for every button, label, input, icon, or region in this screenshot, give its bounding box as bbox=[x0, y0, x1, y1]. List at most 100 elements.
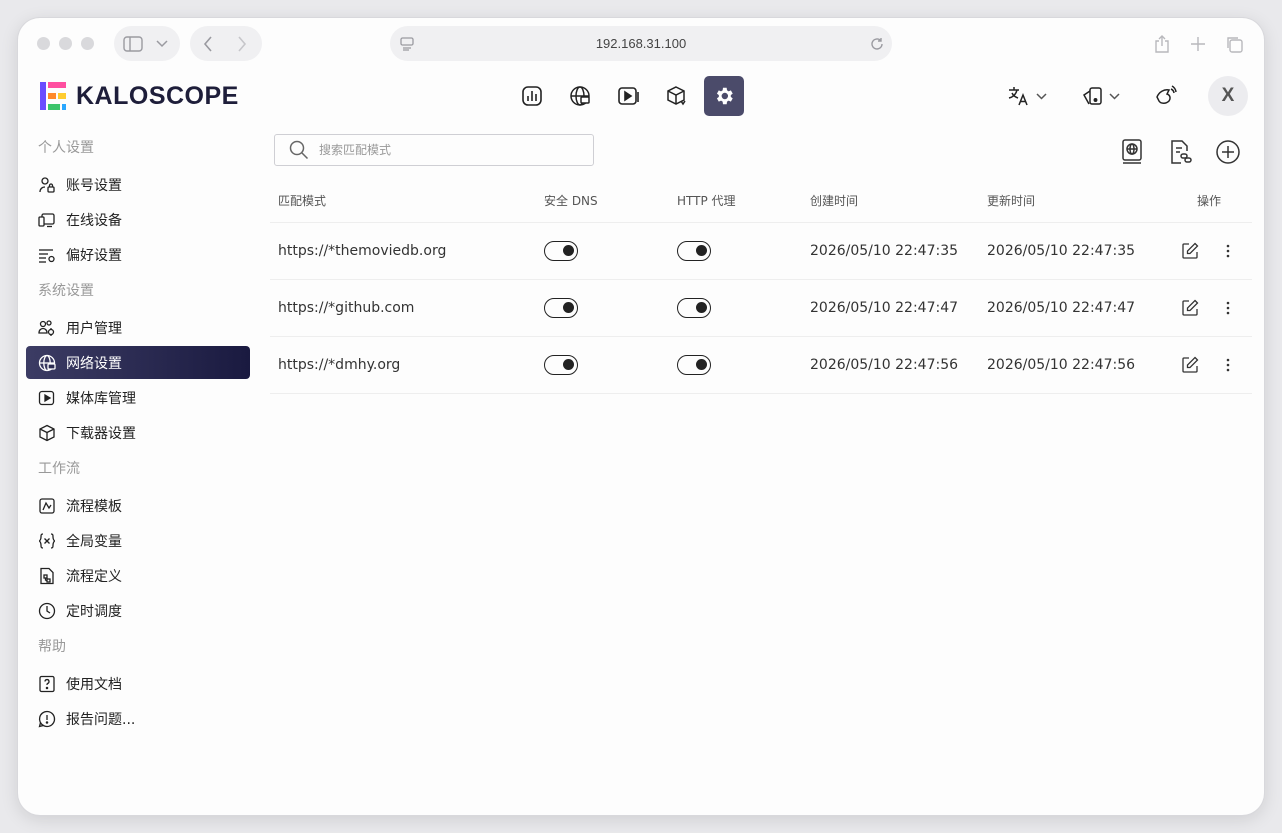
table-row: https://*github.com 2026/05/10 22:47:47 … bbox=[270, 279, 1252, 337]
chevron-down-icon[interactable] bbox=[154, 36, 170, 52]
template-icon bbox=[39, 497, 55, 514]
updated-cell: 2026/05/10 22:47:47 bbox=[979, 279, 1166, 337]
new-tab-icon[interactable] bbox=[1188, 34, 1208, 54]
sidebar-item-flow-definitions[interactable]: 流程定义 bbox=[26, 559, 250, 592]
edit-button[interactable] bbox=[1176, 351, 1204, 379]
play-icon bbox=[38, 390, 55, 405]
column-header-dns[interactable]: 安全 DNS bbox=[536, 180, 669, 223]
sidebar-item-report-issue[interactable]: 报告问题... bbox=[26, 702, 250, 735]
box-icon bbox=[667, 86, 686, 106]
header-actions: X bbox=[982, 76, 1248, 116]
chevron-down-icon bbox=[1109, 92, 1120, 100]
share-icon[interactable] bbox=[1152, 34, 1172, 54]
sidebar-item-flow-templates[interactable]: 流程模板 bbox=[26, 489, 250, 522]
updated-cell: 2026/05/10 22:47:56 bbox=[979, 336, 1166, 394]
pattern-cell: https://*dmhy.org bbox=[270, 336, 536, 394]
search-input[interactable] bbox=[319, 143, 579, 157]
sidebar-item-users[interactable]: 用户管理 bbox=[26, 311, 250, 344]
proxy-toggle[interactable] bbox=[677, 240, 711, 261]
tab-overview-icon[interactable] bbox=[1224, 34, 1244, 54]
proxy-toggle[interactable] bbox=[677, 297, 711, 318]
add-rule-button[interactable] bbox=[1212, 136, 1244, 168]
sidebar-item-media-library[interactable]: 媒体库管理 bbox=[26, 381, 250, 414]
nav-network-button[interactable] bbox=[560, 76, 600, 116]
sidebar-item-preferences[interactable]: 偏好设置 bbox=[26, 238, 250, 271]
clock-icon bbox=[38, 602, 56, 619]
user-lock-icon bbox=[39, 176, 55, 193]
column-header-updated[interactable]: 更新时间 bbox=[979, 180, 1166, 223]
sidebar-item-downloader[interactable]: 下载器设置 bbox=[26, 416, 250, 449]
sidebar-item-devices[interactable]: 在线设备 bbox=[26, 203, 250, 236]
sidebar-item-global-vars[interactable]: 全局变量 bbox=[26, 524, 250, 557]
column-header-proxy[interactable]: HTTP 代理 bbox=[669, 180, 802, 223]
sidebar-toggle-icon[interactable] bbox=[122, 34, 144, 54]
link-rules-button[interactable] bbox=[1164, 136, 1196, 168]
alert-icon bbox=[38, 710, 56, 727]
forward-icon[interactable] bbox=[232, 34, 252, 54]
proxy-toggle[interactable] bbox=[677, 354, 711, 375]
help-doc-icon bbox=[39, 675, 55, 692]
sidebar-item-scheduler[interactable]: 定时调度 bbox=[26, 594, 250, 627]
created-cell: 2026/05/10 22:47:47 bbox=[802, 279, 979, 337]
search-box[interactable] bbox=[274, 134, 594, 166]
dns-toggle[interactable] bbox=[544, 354, 578, 375]
import-rules-button[interactable] bbox=[1116, 136, 1148, 168]
more-button[interactable] bbox=[1214, 294, 1242, 322]
logo-text: KALOSCOPE bbox=[76, 81, 239, 110]
top-navigation bbox=[512, 76, 744, 116]
address-bar[interactable]: 192.168.31.100 bbox=[390, 26, 892, 61]
sidebar-item-label: 在线设备 bbox=[66, 212, 122, 229]
sidebar-section-title: 帮助 bbox=[38, 639, 66, 655]
edit-button[interactable] bbox=[1176, 237, 1204, 265]
broadcast-icon bbox=[1156, 85, 1177, 104]
back-icon[interactable] bbox=[198, 34, 218, 54]
nav-downloader-button[interactable] bbox=[656, 76, 696, 116]
created-cell: 2026/05/10 22:47:56 bbox=[802, 336, 979, 394]
updated-cell: 2026/05/10 22:47:35 bbox=[979, 222, 1166, 280]
close-window-button[interactable] bbox=[37, 37, 50, 50]
table-toolbar bbox=[1116, 136, 1244, 168]
translate-icon bbox=[1008, 87, 1028, 106]
edit-button[interactable] bbox=[1176, 294, 1204, 322]
notifications-button[interactable] bbox=[1146, 76, 1186, 116]
sidebar-item-docs[interactable]: 使用文档 bbox=[26, 667, 250, 700]
sidebar: 个人设置 账号设置 在线设备 偏好设置 系统设置 用户管理 网络设置 媒体库管理 bbox=[26, 130, 250, 737]
language-dropdown[interactable] bbox=[1000, 76, 1055, 116]
nav-dashboard-button[interactable] bbox=[512, 76, 552, 116]
nav-media-button[interactable] bbox=[608, 76, 648, 116]
minimize-window-button[interactable] bbox=[59, 37, 72, 50]
sidebar-item-label: 全局变量 bbox=[66, 533, 122, 550]
column-header-created[interactable]: 创建时间 bbox=[802, 180, 979, 223]
more-button[interactable] bbox=[1214, 351, 1242, 379]
sidebar-item-label: 媒体库管理 bbox=[66, 390, 136, 407]
sidebar-item-label: 流程定义 bbox=[66, 568, 122, 585]
sidebar-item-network[interactable]: 网络设置 bbox=[26, 346, 250, 379]
sidebar-item-account[interactable]: 账号设置 bbox=[26, 168, 250, 201]
table-row: https://*themoviedb.org 2026/05/10 22:47… bbox=[270, 222, 1252, 280]
sidebar-section-title: 个人设置 bbox=[38, 140, 94, 156]
nav-settings-button[interactable] bbox=[704, 76, 744, 116]
maximize-window-button[interactable] bbox=[81, 37, 94, 50]
theme-dropdown[interactable] bbox=[1073, 76, 1128, 116]
edit-icon bbox=[1182, 299, 1199, 316]
dns-toggle[interactable] bbox=[544, 297, 578, 318]
search-icon bbox=[289, 140, 309, 160]
sidebar-section-title: 系统设置 bbox=[38, 283, 94, 299]
sidebar-item-label: 网络设置 bbox=[66, 355, 122, 372]
chevron-down-icon bbox=[1036, 92, 1047, 100]
sidebar-item-label: 流程模板 bbox=[66, 498, 122, 515]
dns-toggle[interactable] bbox=[544, 240, 578, 261]
sidebar-item-label: 使用文档 bbox=[66, 676, 122, 693]
url-text: 192.168.31.100 bbox=[595, 36, 687, 51]
app-logo[interactable]: KALOSCOPE bbox=[40, 82, 239, 110]
file-link-icon bbox=[1171, 140, 1192, 164]
browser-titlebar: 192.168.31.100 bbox=[18, 18, 1264, 70]
sidebar-item-label: 报告问题... bbox=[66, 711, 136, 728]
avatar[interactable]: X bbox=[1208, 76, 1248, 116]
sidebar-item-label: 偏好设置 bbox=[66, 247, 122, 264]
table-row: https://*dmhy.org 2026/05/10 22:47:56 20… bbox=[270, 336, 1252, 394]
column-header-pattern[interactable]: 匹配模式 bbox=[270, 180, 536, 223]
more-button[interactable] bbox=[1214, 237, 1242, 265]
sidebar-item-label: 用户管理 bbox=[66, 320, 122, 337]
reload-icon[interactable] bbox=[868, 35, 886, 53]
